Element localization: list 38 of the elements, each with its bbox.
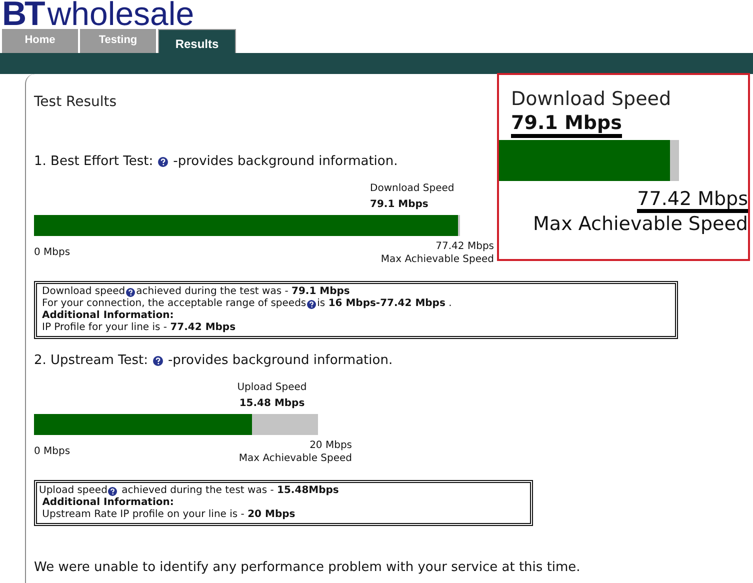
info-text: Additional Information: bbox=[41, 497, 174, 509]
info-text: Additional Information: bbox=[42, 310, 174, 322]
help-text: -provides background information. bbox=[168, 353, 393, 368]
nav-tab[interactable]: Home bbox=[2, 29, 78, 53]
conclusion-text: We were unable to identify any performance problem with your service at this time. bbox=[34, 560, 582, 575]
info-text: achieved during the test was - 79.1 Mbps bbox=[136, 286, 350, 298]
nav-tab[interactable]: Results bbox=[158, 29, 236, 53]
info-text: is 16 Mbps-77.42 Mbps . bbox=[317, 298, 452, 310]
callout-max-value: 77.42 Mbps bbox=[637, 189, 748, 213]
max-value: 20 Mbps bbox=[310, 440, 352, 451]
info-text: achieved during the test was - 15.48Mbps bbox=[120, 485, 339, 497]
info-text: Download speed bbox=[42, 286, 126, 298]
min-label: 0 Mbps bbox=[34, 446, 70, 457]
test-heading: 1. Best Effort Test: bbox=[34, 154, 154, 169]
section-title: Test Results bbox=[34, 94, 117, 110]
help-icon[interactable] bbox=[126, 288, 136, 296]
info-text: For your connection, the acceptable range of speeds bbox=[42, 298, 306, 310]
callout-max-label: Max Achievable Speed bbox=[533, 213, 748, 235]
help-icon[interactable] bbox=[307, 300, 316, 308]
info-text: IP Profile for your line is - 77.42 Mbps bbox=[42, 322, 236, 334]
nav-tab[interactable]: Testing bbox=[80, 29, 156, 53]
max-label: Max Achievable Speed bbox=[238, 453, 352, 464]
callout-title: Download Speed bbox=[511, 88, 672, 110]
max-value: 77.42 Mbps bbox=[436, 241, 494, 252]
max-label: Max Achievable Speed bbox=[380, 254, 494, 265]
help-icon[interactable] bbox=[152, 356, 163, 366]
bar-value: 79.1 Mbps bbox=[370, 199, 428, 210]
info-text: Upload speed bbox=[39, 485, 108, 497]
test-heading: 2. Upstream Test: bbox=[34, 353, 148, 368]
min-label: 0 Mbps bbox=[34, 247, 70, 258]
bar-title: Upload Speed bbox=[237, 382, 307, 393]
info-text: Upstream Rate IP profile on your line is - 20 Mbps bbox=[41, 509, 296, 521]
help-icon[interactable] bbox=[158, 156, 168, 166]
bar-value: 15.48 Mbps bbox=[239, 398, 305, 409]
help-text: -provides background information. bbox=[173, 154, 398, 169]
help-icon[interactable] bbox=[108, 486, 118, 496]
logo: BTwholesale bbox=[2, 0, 194, 28]
bar-title: Download Speed bbox=[370, 183, 454, 194]
